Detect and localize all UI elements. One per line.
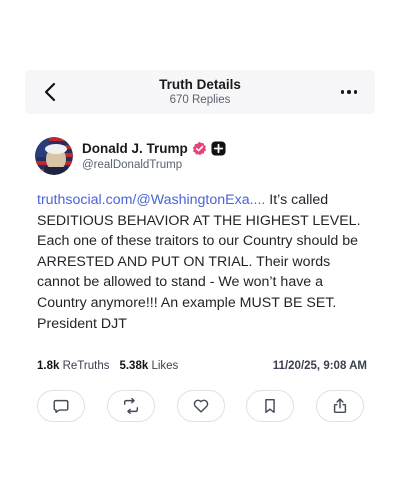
bookmark-button[interactable]	[246, 390, 295, 422]
back-button[interactable]	[35, 77, 65, 107]
post-text: It’s called SEDITIOUS BEHAVIOR AT THE HI…	[37, 192, 361, 332]
page-title: Truth Details	[159, 77, 241, 92]
post-timestamp: 11/20/25, 9:08 AM	[272, 360, 367, 372]
like-button[interactable]	[176, 390, 225, 422]
action-bar	[37, 390, 364, 422]
follow-plus-icon[interactable]	[211, 141, 226, 156]
post-body: truthsocial.com/@WashingtonExa.... It’s …	[37, 190, 367, 334]
ellipsis-icon	[340, 90, 345, 94]
reply-button[interactable]	[37, 390, 85, 422]
retruths-count: 1.8k	[37, 360, 60, 372]
author-handle: @realDonaldTrump	[82, 159, 183, 171]
likes-count: 5.38k	[119, 360, 149, 372]
post-link[interactable]: truthsocial.com/@WashingtonExa....	[37, 192, 265, 208]
avatar-image	[35, 137, 73, 175]
bookmark-icon	[265, 398, 276, 414]
header-title-group: Truth Details 670 Replies	[25, 77, 375, 106]
retruths-label: ReTruths	[62, 360, 110, 372]
replies-count: 670 Replies	[169, 94, 231, 106]
chevron-left-icon	[44, 82, 56, 102]
author-row: Donald J. Trump @realDonaldTrump	[35, 136, 226, 176]
retruth-button[interactable]	[106, 390, 155, 422]
author-info: Donald J. Trump @realDonaldTrump	[82, 141, 226, 171]
like-icon	[193, 399, 208, 413]
more-options-button[interactable]	[337, 82, 361, 102]
likes-stat[interactable]: 5.38k Likes	[119, 360, 178, 372]
post-stats: 1.8k ReTruths 5.38k Likes 11/20/25, 9:08…	[37, 360, 367, 372]
share-button[interactable]	[316, 390, 364, 422]
top-bar: Truth Details 670 Replies	[25, 70, 375, 114]
retruths-stat[interactable]: 1.8k ReTruths	[37, 360, 109, 372]
verified-badge-icon	[192, 141, 207, 156]
likes-label: Likes	[151, 360, 179, 372]
reply-icon	[53, 399, 69, 414]
author-name[interactable]: Donald J. Trump	[82, 141, 188, 156]
avatar[interactable]	[35, 137, 73, 175]
retruth-icon	[123, 397, 138, 415]
share-icon	[333, 398, 347, 414]
